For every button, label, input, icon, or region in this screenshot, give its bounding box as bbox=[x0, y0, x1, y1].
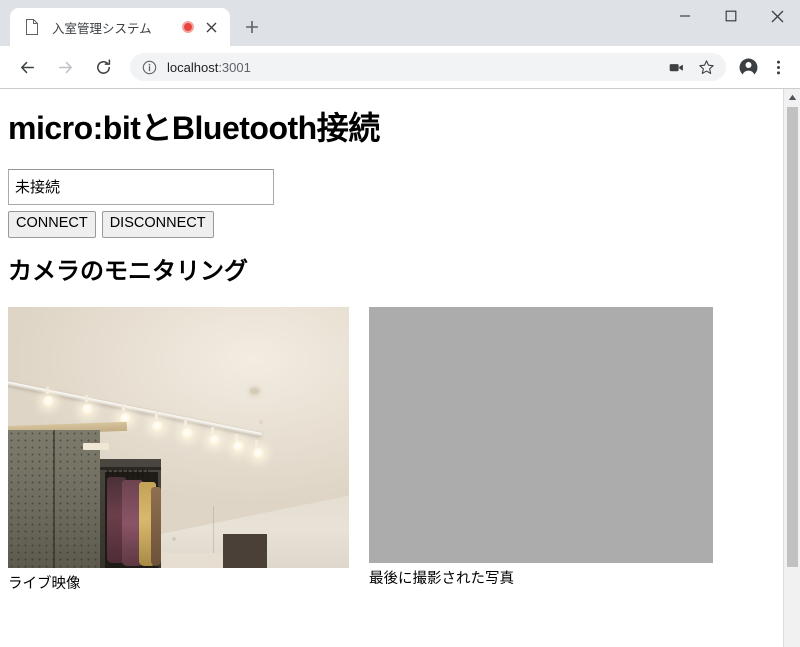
url-host: localhost bbox=[167, 59, 219, 75]
new-tab-button[interactable] bbox=[238, 13, 266, 41]
web-page: micro:bitとBluetooth接続 CONNECT DISCONNECT… bbox=[0, 89, 783, 647]
url-port: :3001 bbox=[218, 59, 251, 75]
address-bar[interactable]: localhost:3001 bbox=[130, 53, 726, 81]
window-controls bbox=[662, 0, 800, 32]
browser-window: 入室管理システム localhost:3001 micro:bitとBlueto… bbox=[0, 0, 800, 647]
spotlight bbox=[181, 428, 193, 440]
last-photo-block: 最後に撮影された写真 bbox=[369, 307, 713, 588]
disconnect-button[interactable]: DISCONNECT bbox=[101, 210, 214, 238]
scrollbar-thumb[interactable] bbox=[786, 107, 798, 567]
last-photo-image bbox=[369, 307, 713, 564]
page-icon bbox=[24, 19, 40, 35]
last-photo-caption: 最後に撮影された写真 bbox=[369, 571, 514, 588]
spotlight bbox=[232, 441, 244, 453]
browser-toolbar: localhost:3001 bbox=[0, 46, 800, 88]
content-viewport: micro:bitとBluetooth接続 CONNECT DISCONNECT… bbox=[0, 88, 800, 647]
video-camera-icon[interactable] bbox=[662, 53, 690, 81]
live-video-block: ライブ映像 bbox=[8, 307, 349, 593]
back-arrow-icon[interactable] bbox=[12, 52, 42, 82]
address-bar-url: localhost:3001 bbox=[167, 60, 660, 75]
browser-tab[interactable]: 入室管理システム bbox=[10, 8, 230, 46]
window-close-icon[interactable] bbox=[754, 0, 800, 32]
live-video-caption: ライブ映像 bbox=[8, 576, 81, 593]
minimize-icon[interactable] bbox=[662, 0, 708, 32]
reload-icon[interactable] bbox=[88, 52, 118, 82]
scroll-up-arrow-icon[interactable] bbox=[784, 89, 800, 106]
star-icon[interactable] bbox=[692, 53, 720, 81]
three-dot-menu-icon[interactable] bbox=[764, 53, 792, 81]
pegboard-cabinet bbox=[8, 429, 101, 569]
connection-status-input[interactable] bbox=[8, 168, 274, 205]
spotlight bbox=[208, 434, 220, 446]
dark-panel bbox=[222, 534, 268, 569]
spotlight bbox=[253, 447, 265, 459]
camera-media-row: ライブ映像 最後に撮影された写真 bbox=[8, 307, 775, 593]
hanging-coat bbox=[151, 487, 162, 566]
forward-arrow-icon bbox=[50, 52, 80, 82]
connect-button[interactable]: CONNECT bbox=[8, 210, 96, 238]
info-circle-icon[interactable] bbox=[140, 58, 158, 76]
spotlight bbox=[42, 396, 54, 408]
camera-section-title: カメラのモニタリング bbox=[8, 257, 248, 285]
connection-button-row: CONNECT DISCONNECT bbox=[8, 210, 775, 238]
page-title: micro:bitとBluetooth接続 bbox=[8, 110, 380, 146]
vertical-scrollbar[interactable] bbox=[783, 89, 800, 647]
tab-title: 入室管理システム bbox=[52, 21, 152, 36]
close-icon[interactable] bbox=[202, 18, 220, 36]
recording-dot-icon[interactable] bbox=[182, 21, 194, 33]
tab-strip: 入室管理システム bbox=[0, 0, 800, 46]
live-video-feed bbox=[8, 307, 349, 569]
maximize-icon[interactable] bbox=[708, 0, 754, 32]
account-avatar-icon[interactable] bbox=[734, 53, 762, 81]
room-scene bbox=[8, 307, 349, 569]
